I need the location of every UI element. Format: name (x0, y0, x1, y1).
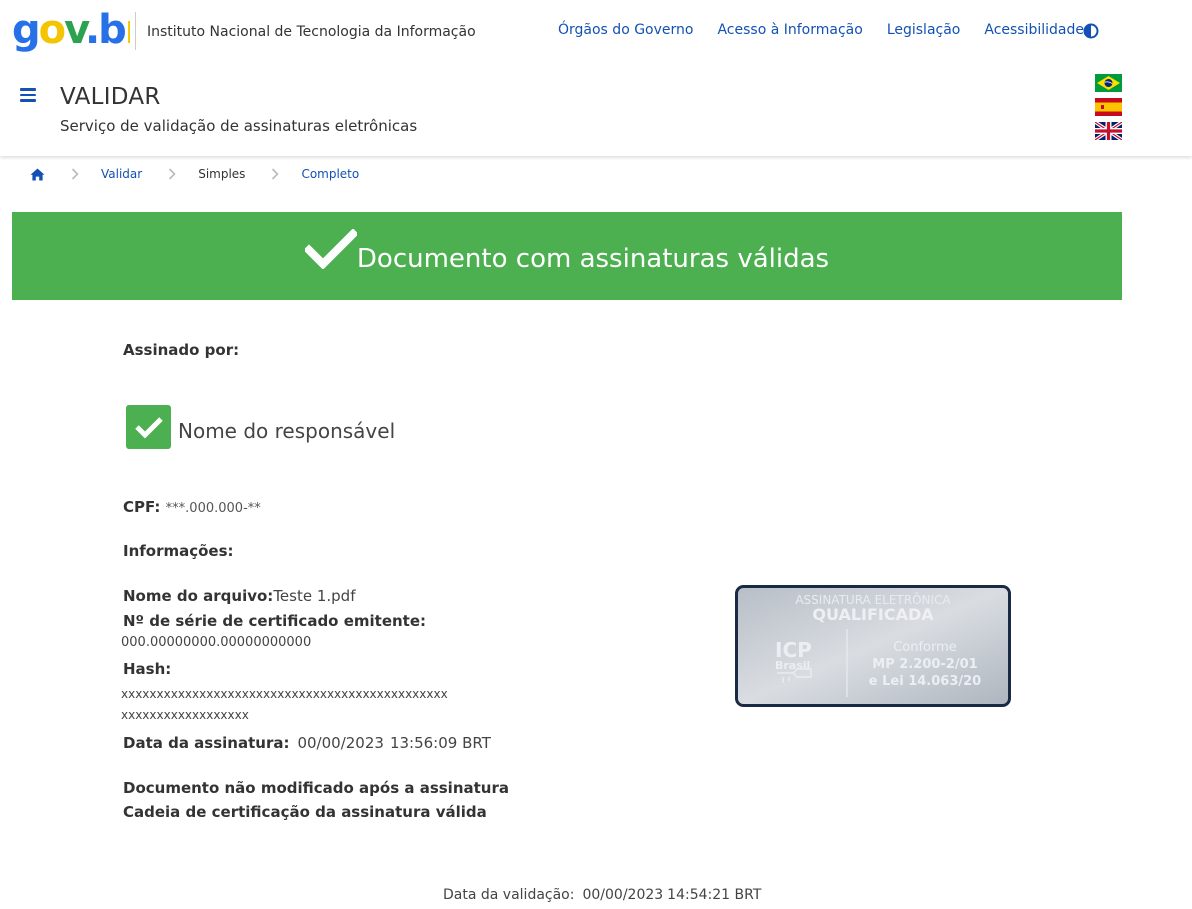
service-title: VALIDAR (60, 84, 161, 110)
file-label: Nome do arquivo: (123, 587, 274, 605)
info-label: Informações: (123, 542, 234, 560)
hash-value-line1: xxxxxxxxxxxxxxxxxxxxxxxxxxxxxxxxxxxxxxxx… (121, 687, 448, 701)
validation-date-label: Data da validação: (443, 887, 575, 903)
contrast-icon[interactable] (1083, 23, 1099, 39)
seal-lei: e Lei 14.063/20 (869, 674, 981, 689)
top-nav: Órgãos do Governo Acesso à Informação Le… (558, 22, 1084, 38)
serial-label: Nº de série de certificado emitente: (123, 612, 427, 630)
link-acesso-informacao[interactable]: Acesso à Informação (717, 22, 862, 38)
signer-name: Nome do responsável (178, 419, 396, 443)
top-header: gov.br Instituto Nacional de Tecnologia … (0, 0, 1192, 64)
seal-line2: QUALIFICADA (812, 605, 934, 624)
service-subtitle: Serviço de validação de assinaturas elet… (60, 117, 418, 135)
file-row: Nome do arquivo:Teste 1.pdf (123, 587, 355, 605)
govbr-logo[interactable]: gov.br (12, 8, 130, 54)
breadcrumb-validar[interactable]: Validar (101, 167, 142, 181)
breadcrumb-simples: Simples (198, 167, 246, 181)
validation-date-value: 00/00/2023 (582, 887, 664, 903)
service-header: VALIDAR Serviço de validação de assinatu… (0, 64, 1192, 156)
file-value: Teste 1.pdf (273, 587, 356, 605)
svg-text:gov.br: gov.br (12, 8, 130, 53)
chevron-right-icon (169, 168, 176, 180)
language-selector (1095, 74, 1122, 146)
hamburger-menu-icon[interactable] (20, 88, 36, 102)
breadcrumb: Validar Simples Completo (30, 167, 359, 181)
validation-time-value: 14:54:21 BRT (667, 887, 762, 903)
validation-status-banner: Documento com assinaturas válidas (12, 212, 1122, 300)
seal-brasil: Brasil (775, 659, 810, 672)
link-orgaos-governo[interactable]: Órgãos do Governo (558, 22, 693, 38)
institute-name: Instituto Nacional de Tecnologia da Info… (147, 24, 476, 40)
breadcrumb-completo[interactable]: Completo (301, 167, 359, 181)
chevron-right-icon (272, 168, 280, 180)
banner-text: Documento com assinaturas válidas (356, 244, 830, 274)
check-icon (304, 229, 357, 269)
hash-label: Hash: (123, 660, 172, 678)
seal-mp: MP 2.200-2/01 (872, 657, 977, 672)
qualified-signature-seal: ASSINATURA ELETRÔNICA QUALIFICADA ICP Br… (735, 585, 1011, 707)
hash-value-line2: xxxxxxxxxxxxxxxxxx (121, 708, 249, 722)
serial-value: 000.00000000.00000000000 (121, 635, 312, 650)
link-legislacao[interactable]: Legislação (887, 22, 961, 38)
signature-date-label: Data da assinatura: (123, 734, 290, 752)
signature-date-row: Data da assinatura: 00/00/2023 13:56:09 BR… (123, 734, 491, 752)
flag-brazil-icon[interactable] (1095, 74, 1122, 92)
cpf-row: CPF: ***.000.000-** (123, 498, 261, 516)
cpf-label: CPF: (123, 498, 161, 516)
signer-check-icon (126, 405, 171, 449)
cpf-value: ***.000.000-** (165, 501, 261, 516)
signature-date-value: 00/00/2023 (297, 734, 384, 752)
validation-date-footer: Data da validação: 00/00/2023 14:54:21 BRT (443, 887, 761, 903)
home-icon[interactable] (30, 168, 45, 181)
status-unmodified: Documento não modificado após a assinatu… (123, 779, 509, 797)
flag-uk-icon[interactable] (1095, 122, 1122, 140)
logo-divider (135, 12, 136, 50)
signed-by-label: Assinado por: (123, 341, 240, 359)
status-chain-valid: Cadeia de certificação da assinatura vál… (123, 803, 487, 821)
chevron-right-icon (71, 168, 79, 180)
seal-conforme: Conforme (893, 640, 957, 655)
flag-spain-icon[interactable] (1095, 98, 1122, 116)
signature-time-value: 13:56:09 BRT (389, 734, 491, 752)
link-acessibilidade[interactable]: Acessibilidade (984, 22, 1084, 38)
